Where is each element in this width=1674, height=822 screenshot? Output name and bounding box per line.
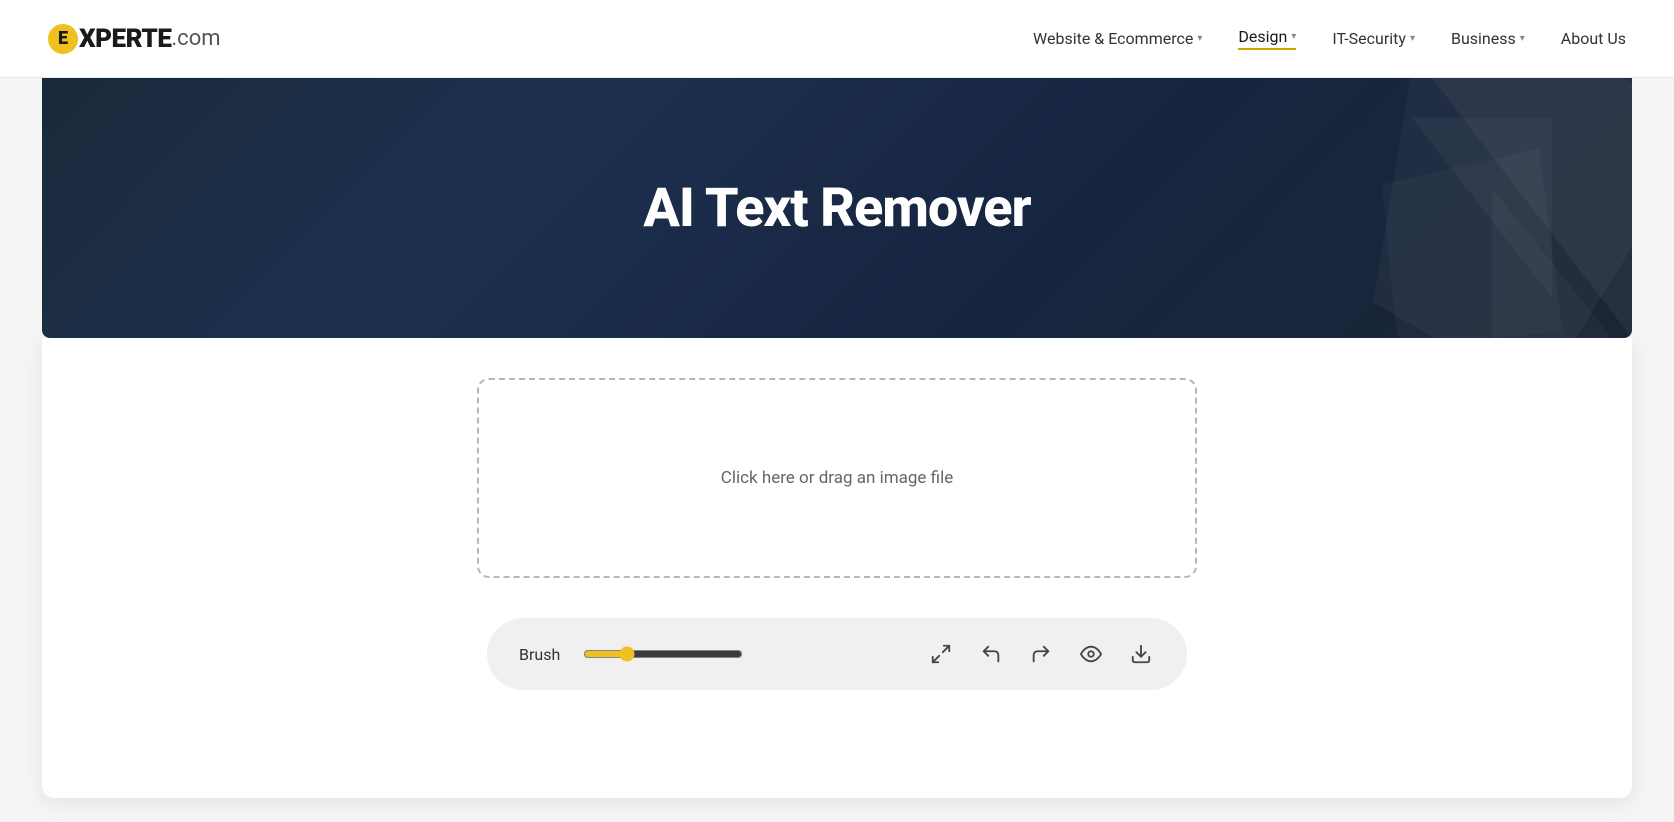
chevron-down-icon: ▾: [1197, 33, 1202, 44]
nav-item-design[interactable]: Design ▾: [1238, 27, 1296, 50]
brush-size-slider-container: [583, 644, 743, 664]
expand-icon[interactable]: [927, 640, 955, 668]
tool-area: Click here or drag an image file Brush: [42, 378, 1632, 690]
upload-prompt: Click here or drag an image file: [721, 468, 953, 488]
chevron-down-icon: ▾: [1520, 33, 1525, 44]
brush-size-slider[interactable]: [583, 646, 743, 662]
slider-wrapper: [583, 644, 743, 664]
logo-domain: .com: [171, 26, 220, 51]
nav-item-it-security[interactable]: IT-Security ▾: [1332, 29, 1415, 48]
logo-icon: E: [48, 24, 78, 54]
undo-icon[interactable]: [977, 640, 1005, 668]
brush-label: Brush: [519, 645, 563, 664]
preview-icon[interactable]: [1077, 640, 1105, 668]
main-content: Click here or drag an image file Brush: [42, 338, 1632, 798]
upload-zone[interactable]: Click here or drag an image file: [477, 378, 1197, 578]
chevron-down-icon: ▾: [1291, 31, 1296, 42]
main-nav: Website & Ecommerce ▾ Design ▾ IT-Securi…: [1033, 27, 1626, 50]
toolbar-actions: [927, 640, 1155, 668]
chevron-down-icon: ▾: [1410, 33, 1415, 44]
logo-brand: XPERTE: [79, 24, 171, 54]
hero-banner: AI Text Remover: [42, 78, 1632, 338]
nav-item-about-us[interactable]: About Us: [1561, 29, 1626, 48]
redo-icon[interactable]: [1027, 640, 1055, 668]
nav-item-business[interactable]: Business ▾: [1451, 29, 1525, 48]
page-title: AI Text Remover: [643, 177, 1030, 240]
header: EXPERTE.com Website & Ecommerce ▾ Design…: [0, 0, 1674, 78]
logo[interactable]: EXPERTE.com: [48, 24, 221, 54]
toolbar: Brush: [487, 618, 1187, 690]
nav-item-website-ecommerce[interactable]: Website & Ecommerce ▾: [1033, 29, 1202, 48]
download-icon[interactable]: [1127, 640, 1155, 668]
